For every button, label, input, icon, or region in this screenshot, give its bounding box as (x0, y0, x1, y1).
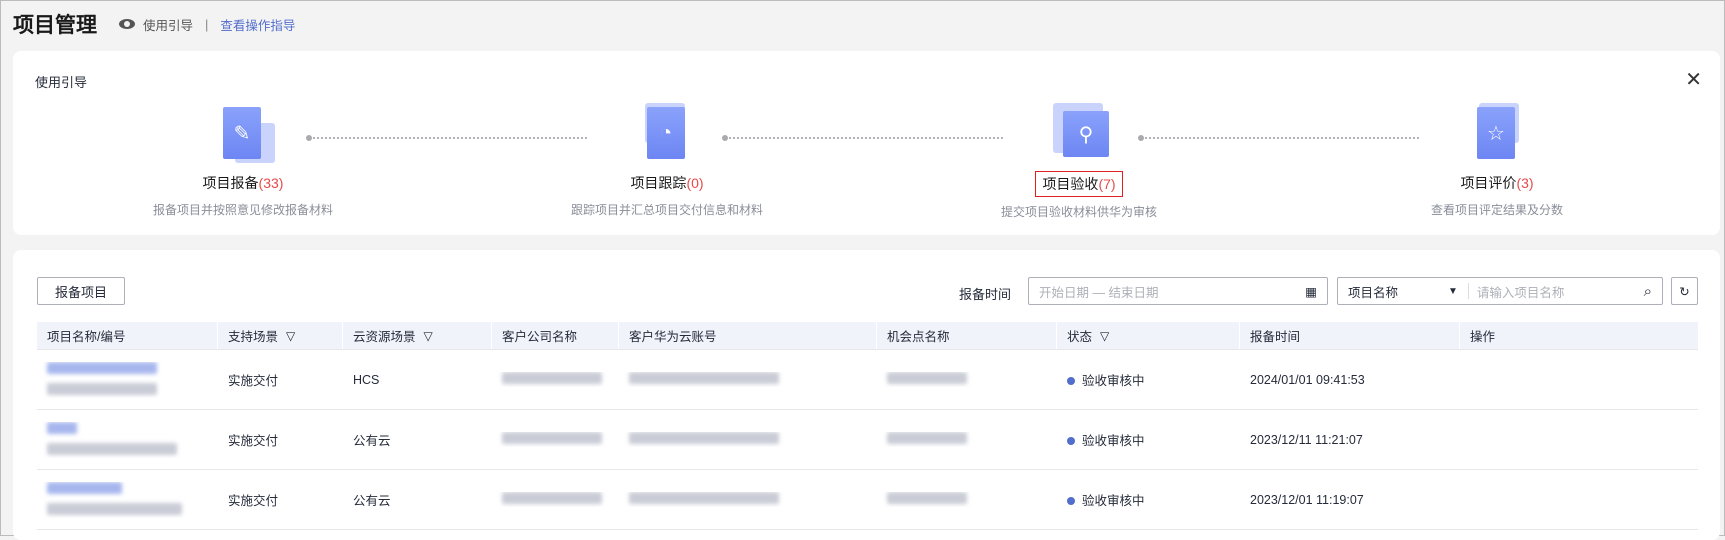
step-count: (0) (686, 175, 704, 191)
company-cell (492, 372, 619, 387)
status-dot-icon (1067, 497, 1075, 505)
account-cell (619, 492, 877, 507)
search-icon[interactable]: ⌕ (1644, 283, 1652, 300)
page-title: 项目管理 (13, 14, 97, 37)
company-cell (492, 432, 619, 447)
cloud-cell: HCS (353, 372, 380, 387)
highlight-box: 项目验收(7) (1035, 171, 1123, 197)
time-cell: 2023/12/01 11:19:07 (1250, 492, 1364, 507)
col-cloud[interactable]: 云资源场景 ▽ (343, 322, 492, 349)
project-table: 项目名称/编号 支持场景 ▽ 云资源场景 ▽ 客户公司名称 客户华为云账号 机会点名… (37, 322, 1698, 530)
gauge-icon: ◔ (639, 103, 695, 163)
report-project-button[interactable]: 报备项目 (37, 277, 125, 305)
status-dot-icon (1067, 437, 1075, 445)
caret-down-icon[interactable]: ▼ (1448, 286, 1458, 297)
stamp-icon: ⚲ (1051, 103, 1109, 161)
step-name: 项目报备 (202, 175, 259, 191)
scene-cell: 实施交付 (228, 374, 279, 388)
cloud-cell: 公有云 (353, 494, 391, 508)
filter-icon[interactable]: ▽ (424, 329, 433, 343)
star-document-icon: ☆ (1469, 103, 1525, 163)
col-actions: 操作 (1470, 330, 1496, 344)
company-cell (492, 492, 619, 507)
col-scene[interactable]: 支持场景 ▽ (218, 322, 343, 349)
opportunity-cell (877, 492, 1057, 507)
report-time-label: 报备时间 (959, 287, 1012, 302)
step-count: (7) (1098, 176, 1116, 192)
close-icon[interactable]: ✕ (1685, 67, 1702, 92)
separator: | (205, 16, 209, 32)
date-range-input[interactable]: 开始日期 — 结束日期 ▦ (1028, 277, 1328, 305)
project-name-link[interactable] (37, 481, 218, 518)
guide-toggle[interactable]: 使用引导 (143, 15, 193, 34)
scene-cell: 实施交付 (228, 494, 279, 508)
step-count: (3) (1516, 175, 1534, 191)
step-track[interactable]: ◔ 项目跟踪(0) 跟踪项目并汇总项目交付信息和材料 (507, 103, 827, 218)
refresh-icon: ↻ (1679, 284, 1690, 299)
step-report[interactable]: ✎ 项目报备(33) 报备项目并按照意见修改报备材料 (83, 107, 403, 218)
account-cell (619, 372, 877, 387)
col-company: 客户公司名称 (492, 322, 619, 349)
step-desc: 跟踪项目并汇总项目交付信息和材料 (570, 203, 763, 217)
status-cell: 验收审核中 (1057, 370, 1240, 389)
filter-icon[interactable]: ▽ (286, 329, 295, 343)
step-name: 项目验收 (1042, 176, 1099, 192)
calendar-icon: ▦ (1305, 284, 1317, 299)
step-desc: 查看项目评定结果及分数 (1430, 203, 1563, 217)
table-row: 实施交付 HCS 验收审核中 2024/01/01 09:41:53 (37, 350, 1698, 410)
project-name-link[interactable] (37, 361, 218, 398)
project-list-panel: 报备项目 报备时间 开始日期 — 结束日期 ▦ 项目名称 ▼ 请输入项目名称 ⌕… (13, 250, 1720, 540)
project-name-link[interactable] (37, 421, 218, 458)
step-count: (33) (258, 175, 284, 191)
table-row: 实施交付 公有云 验收审核中 2023/12/01 11:19:07 (37, 470, 1698, 530)
col-opportunity: 机会点名称 (877, 322, 1057, 349)
time-cell: 2023/12/11 11:21:07 (1250, 432, 1363, 447)
table-row: 实施交付 公有云 验收审核中 2023/12/11 11:21:07 (37, 410, 1698, 470)
step-name: 项目评价 (1460, 175, 1517, 191)
step-desc: 报备项目并按照意见修改报备材料 (152, 203, 333, 217)
search-field-select[interactable]: 项目名称 (1348, 282, 1448, 301)
step-name: 项目跟踪 (630, 175, 687, 191)
guide-link[interactable]: 查看操作指导 (220, 15, 295, 34)
search-group: 项目名称 ▼ 请输入项目名称 ⌕ (1337, 277, 1663, 305)
col-account: 客户华为云账号 (619, 322, 877, 349)
step-desc: 提交项目验收材料供华为审核 (1000, 205, 1157, 219)
document-edit-icon: ✎ (215, 107, 275, 163)
page-header: 项目管理 使用引导 | 查看操作指导 (13, 9, 295, 39)
col-name: 项目名称/编号 (37, 322, 218, 349)
col-status[interactable]: 状态 ▽ (1057, 322, 1240, 349)
cloud-cell: 公有云 (353, 434, 391, 448)
opportunity-cell (877, 372, 1057, 387)
opportunity-cell (877, 432, 1057, 447)
col-time: 报备时间 (1240, 322, 1460, 349)
table-header: 项目名称/编号 支持场景 ▽ 云资源场景 ▽ 客户公司名称 客户华为云账号 机会点名… (37, 322, 1698, 350)
status-cell: 验收审核中 (1057, 490, 1240, 509)
account-cell (619, 432, 877, 447)
step-acceptance[interactable]: ⚲ 项目验收(7) 提交项目验收材料供华为审核 (919, 103, 1239, 220)
scene-cell: 实施交付 (228, 434, 279, 448)
status-dot-icon (1067, 377, 1075, 385)
step-evaluate[interactable]: ☆ 项目评价(3) 查看项目评定结果及分数 (1337, 103, 1657, 218)
date-placeholder: 开始日期 — 结束日期 (1039, 285, 1159, 300)
usage-guide-panel: 使用引导 ✕ ✎ 项目报备(33) 报备项目并按照意见修改报备材料 ◔ 项目跟踪… (13, 51, 1720, 235)
status-cell: 验收审核中 (1057, 430, 1240, 449)
time-cell: 2024/01/01 09:41:53 (1250, 372, 1365, 387)
eye-icon (119, 19, 135, 29)
filter-icon[interactable]: ▽ (1100, 329, 1109, 343)
search-input[interactable]: 请输入项目名称 (1477, 282, 1644, 301)
guide-title: 使用引导 (35, 75, 88, 90)
refresh-button[interactable]: ↻ (1671, 277, 1698, 305)
